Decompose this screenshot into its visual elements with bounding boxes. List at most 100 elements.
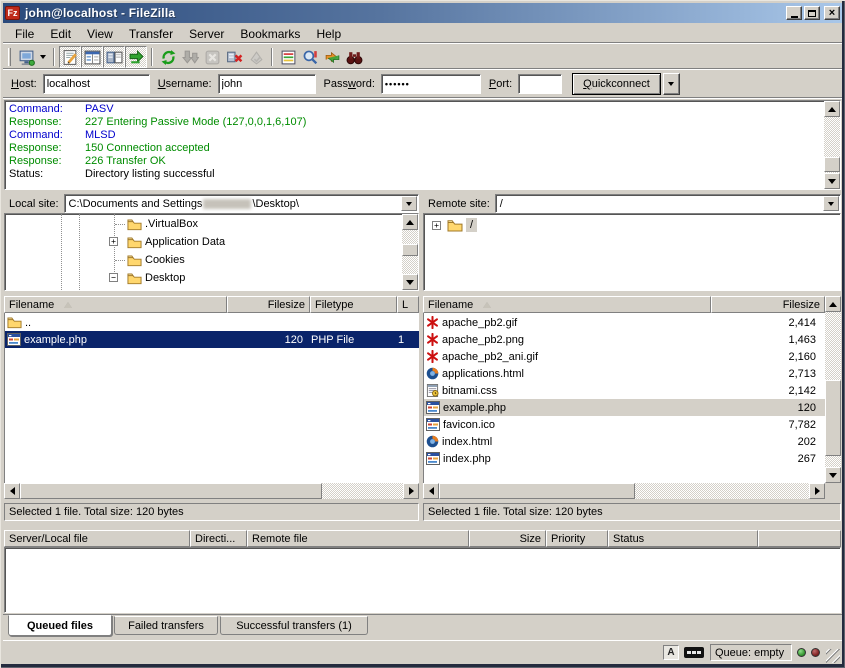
- tree-item-application-data[interactable]: + Application Data: [5, 233, 418, 251]
- local-hscrollbar[interactable]: [4, 483, 419, 499]
- scroll-down-button[interactable]: [402, 274, 418, 290]
- column-header-filetype[interactable]: Filetype: [310, 296, 397, 313]
- minimize-button[interactable]: [786, 6, 802, 20]
- cancel-operation-button[interactable]: [201, 46, 223, 68]
- scroll-thumb[interactable]: [20, 483, 322, 499]
- column-header-filesize[interactable]: Filesize: [227, 296, 310, 313]
- menu-item-edit[interactable]: Edit: [42, 25, 79, 43]
- column-header-remote-file[interactable]: Remote file: [247, 530, 469, 547]
- file-row[interactable]: index.html 202: [424, 433, 825, 450]
- resize-grip[interactable]: [826, 649, 840, 663]
- remote-hscrollbar[interactable]: [423, 483, 825, 499]
- tab-queued-files[interactable]: Queued files: [8, 615, 112, 636]
- scroll-thumb[interactable]: [402, 244, 418, 256]
- parent-directory-row[interactable]: ..: [5, 314, 419, 331]
- menu-item-help[interactable]: Help: [308, 25, 349, 43]
- scroll-up-button[interactable]: [824, 101, 840, 117]
- scroll-up-button[interactable]: [825, 296, 841, 312]
- port-input[interactable]: [518, 74, 562, 94]
- expand-icon[interactable]: +: [432, 221, 441, 230]
- ascii-data-type-icon[interactable]: A: [663, 645, 679, 660]
- synchronized-browsing-button[interactable]: [321, 46, 343, 68]
- file-row-example-php[interactable]: example.php 120: [424, 399, 825, 416]
- column-header-status[interactable]: Status: [608, 530, 758, 547]
- menu-item-server[interactable]: Server: [181, 25, 232, 43]
- scroll-down-button[interactable]: [824, 173, 840, 189]
- file-row[interactable]: index.php 267: [424, 450, 825, 467]
- file-row[interactable]: bitnami.css 2,142: [424, 382, 825, 399]
- file-row[interactable]: apache_pb2.png 1,463: [424, 331, 825, 348]
- file-row[interactable]: favicon.ico 7,782: [424, 416, 825, 433]
- toggle-message-log-button[interactable]: [59, 46, 81, 68]
- local-path-combo[interactable]: C:\Documents and Settings\Desktop\: [64, 194, 419, 213]
- tree-item-root[interactable]: + /: [424, 216, 840, 234]
- combo-dropdown-button[interactable]: [823, 196, 839, 211]
- directory-filters-button[interactable]: [277, 46, 299, 68]
- tab-failed-transfers[interactable]: Failed transfers: [114, 616, 218, 635]
- scroll-left-button[interactable]: [423, 483, 439, 499]
- arrow-left-icon: [10, 487, 15, 495]
- filezilla-app-icon[interactable]: Fz: [5, 6, 20, 20]
- filename: bitnami.css: [442, 385, 497, 397]
- maximize-button[interactable]: [804, 6, 820, 20]
- scroll-thumb[interactable]: [825, 380, 841, 456]
- directory-comparison-button[interactable]: [299, 46, 321, 68]
- site-manager-dropdown-button[interactable]: [37, 46, 49, 68]
- file-row[interactable]: apache_pb2.gif 2,414: [424, 314, 825, 331]
- scroll-right-button[interactable]: [809, 483, 825, 499]
- toolbar: [3, 45, 842, 69]
- local-tree-scrollbar[interactable]: [402, 214, 418, 290]
- column-header-server-local-file[interactable]: Server/Local file: [4, 530, 190, 547]
- host-input[interactable]: [43, 74, 150, 94]
- refresh-button[interactable]: [157, 46, 179, 68]
- speed-limit-icon[interactable]: [684, 647, 704, 658]
- column-header-filename[interactable]: Filename: [423, 296, 711, 313]
- scroll-up-button[interactable]: [402, 214, 418, 230]
- scroll-thumb[interactable]: [824, 157, 840, 172]
- column-header-filesize[interactable]: Filesize: [711, 296, 825, 313]
- arrow-left-icon: [429, 487, 434, 495]
- reconnect-button[interactable]: [245, 46, 267, 68]
- toggle-remote-tree-button[interactable]: [103, 46, 125, 68]
- password-input[interactable]: [381, 74, 481, 94]
- quickconnect-button[interactable]: Quickconnect: [572, 73, 661, 95]
- column-header-size[interactable]: Size: [469, 530, 546, 547]
- log-scrollbar[interactable]: [824, 101, 840, 189]
- tree-item-desktop[interactable]: − Desktop: [5, 269, 418, 287]
- tab-successful-transfers[interactable]: Successful transfers (1): [220, 616, 368, 635]
- file-row[interactable]: apache_pb2_ani.gif 2,160: [424, 348, 825, 365]
- remote-vscrollbar[interactable]: [825, 296, 841, 483]
- process-queue-button[interactable]: [179, 46, 201, 68]
- titlebar[interactable]: Fz john@localhost - FileZilla ×: [3, 3, 842, 23]
- file-row-example-php[interactable]: example.php 120 PHP File 1: [5, 331, 419, 348]
- combo-dropdown-button[interactable]: [401, 196, 417, 211]
- remote-path-combo[interactable]: /: [495, 194, 841, 213]
- disconnect-button[interactable]: [223, 46, 245, 68]
- close-button[interactable]: ×: [824, 6, 840, 20]
- column-header-direction[interactable]: Directi...: [190, 530, 247, 547]
- scroll-thumb[interactable]: [439, 483, 635, 499]
- tree-item-virtualbox[interactable]: .VirtualBox: [5, 215, 418, 233]
- toggle-transfer-queue-button[interactable]: [125, 46, 147, 68]
- scroll-left-button[interactable]: [4, 483, 20, 499]
- scroll-right-button[interactable]: [403, 483, 419, 499]
- username-input[interactable]: [218, 74, 316, 94]
- scroll-down-button[interactable]: [825, 467, 841, 483]
- column-header-filename[interactable]: Filename: [4, 296, 227, 313]
- expand-icon[interactable]: +: [109, 237, 118, 246]
- quickconnect-dropdown-button[interactable]: [663, 73, 680, 95]
- menu-item-view[interactable]: View: [79, 25, 121, 43]
- find-files-button[interactable]: [343, 46, 365, 68]
- column-header-priority[interactable]: Priority: [546, 530, 608, 547]
- local-path-prefix: C:\Documents and Settings: [69, 198, 203, 210]
- site-manager-button[interactable]: [15, 46, 37, 68]
- menu-item-transfer[interactable]: Transfer: [121, 25, 181, 43]
- column-header-last-modified[interactable]: L: [397, 296, 419, 313]
- menu-item-bookmarks[interactable]: Bookmarks: [232, 25, 308, 43]
- tree-item-cookies[interactable]: Cookies: [5, 251, 418, 269]
- toolbar-grip[interactable]: [8, 48, 11, 66]
- collapse-icon[interactable]: −: [109, 273, 118, 282]
- menu-item-file[interactable]: File: [7, 25, 42, 43]
- file-row[interactable]: applications.html 2,713: [424, 365, 825, 382]
- toggle-local-tree-button[interactable]: [81, 46, 103, 68]
